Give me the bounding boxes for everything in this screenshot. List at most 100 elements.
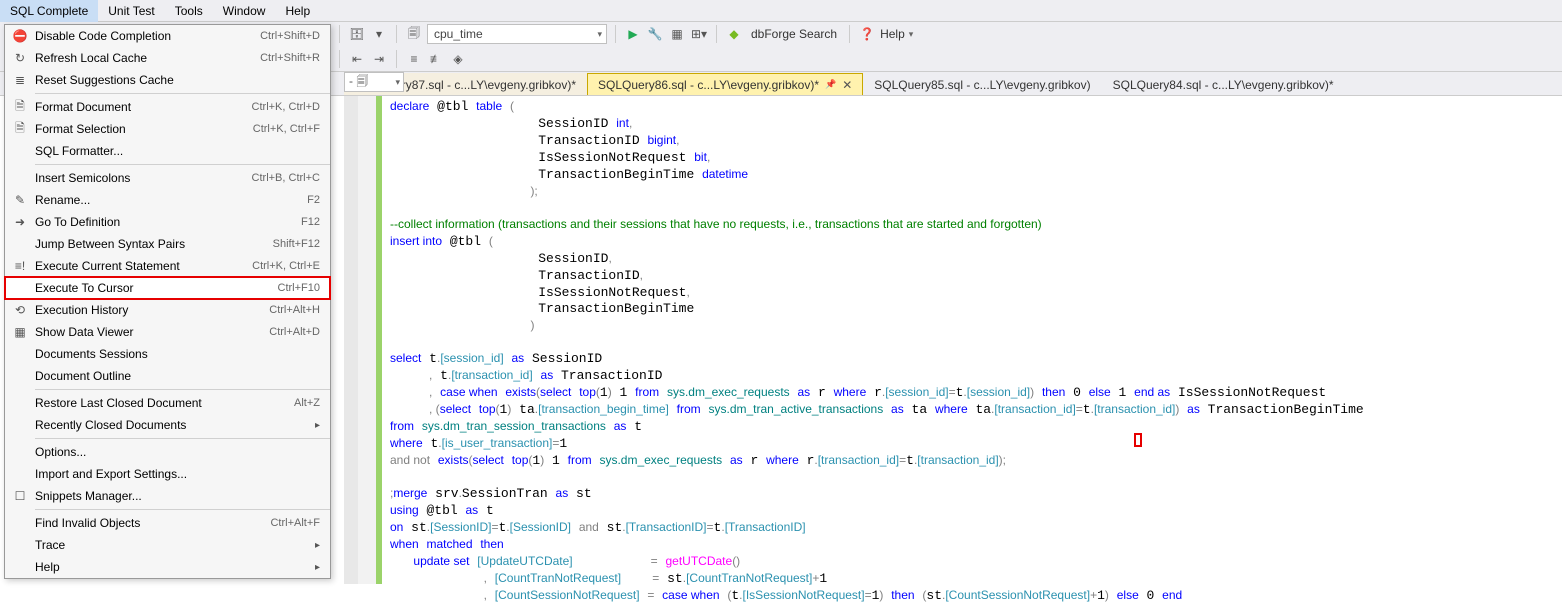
menu-item[interactable]: Trace (5, 534, 330, 556)
menu-label: Restore Last Closed Document (35, 396, 294, 410)
pin-icon[interactable]: 📌 (825, 79, 836, 90)
menu-item[interactable]: Recently Closed Documents (5, 414, 330, 436)
combo-cputime[interactable]: cpu_time (427, 24, 607, 44)
menu-tools[interactable]: Tools (165, 0, 213, 22)
line-gutter (358, 96, 376, 584)
menu-shortcut: Ctrl+F10 (278, 282, 321, 294)
layout-icon[interactable]: ⊞▾ (690, 25, 708, 43)
menu-unittest[interactable]: Unit Test (98, 0, 164, 22)
menu-label: Disable Code Completion (35, 29, 260, 43)
menu-item[interactable]: 🗎Format SelectionCtrl+K, Ctrl+F (5, 118, 330, 140)
comment-icon[interactable]: ≡ (405, 50, 423, 68)
menubar: SQL Complete Unit Test Tools Window Help (0, 0, 1562, 22)
menu-shortcut: Ctrl+Alt+F (270, 517, 320, 529)
menu-item[interactable]: SQL Formatter... (5, 140, 330, 162)
menu-item[interactable]: Import and Export Settings... (5, 463, 330, 485)
menu-label: Help (35, 560, 309, 574)
db-icon[interactable]: 🗄 (348, 25, 366, 43)
menu-item[interactable]: ⛔Disable Code CompletionCtrl+Shift+D (5, 25, 330, 47)
menu-item[interactable]: Restore Last Closed DocumentAlt+Z (5, 392, 330, 414)
menu-item[interactable]: Document Outline (5, 365, 330, 387)
menu-label: Jump Between Syntax Pairs (35, 237, 273, 251)
menu-label: Execute Current Statement (35, 259, 252, 273)
menu-item[interactable]: ≡!Execute Current StatementCtrl+K, Ctrl+… (5, 255, 330, 277)
menu-icon: ✎ (5, 193, 35, 207)
menu-label: Format Selection (35, 122, 253, 136)
menu-label: Show Data Viewer (35, 325, 269, 339)
menu-icon: ➜ (5, 215, 35, 229)
menu-icon: ☐ (5, 489, 35, 503)
menu-label: Find Invalid Objects (35, 516, 270, 530)
menu-icon: ▦ (5, 325, 35, 339)
menu-shortcut: F2 (307, 194, 320, 206)
menu-shortcut: Ctrl+K, Ctrl+D (252, 101, 320, 113)
bookmark-icon[interactable]: ◈ (449, 50, 467, 68)
context-menu: ⛔Disable Code CompletionCtrl+Shift+D↻Ref… (4, 24, 331, 579)
menu-label: Execute To Cursor (35, 281, 278, 295)
help-label[interactable]: Help (880, 27, 905, 41)
code-text[interactable]: declare @tbl table ( SessionID int, Tran… (382, 96, 1562, 584)
menu-window[interactable]: Window (213, 0, 276, 22)
tab-q86[interactable]: SQLQuery86.sql - c...LY\evgeny.gribkov)*… (587, 73, 863, 95)
menu-icon: ≡! (5, 259, 35, 273)
menu-label: Go To Definition (35, 215, 301, 229)
menu-shortcut: Ctrl+K, Ctrl+E (252, 260, 320, 272)
menu-item[interactable]: ↻Refresh Local CacheCtrl+Shift+R (5, 47, 330, 69)
wrench-icon[interactable]: 🔧 (646, 25, 664, 43)
indent-left-icon[interactable]: ⇤ (348, 50, 366, 68)
menu-icon: 🗎 (5, 97, 35, 118)
menu-item[interactable]: Documents Sessions (5, 343, 330, 365)
uncomment-icon[interactable]: ≢ (427, 50, 445, 68)
text-cursor (1134, 433, 1142, 447)
menu-label: Rename... (35, 193, 307, 207)
menu-icon: ⛔ (5, 29, 35, 43)
sql-icon[interactable]: ▶ (624, 25, 642, 43)
menu-shortcut: Ctrl+Shift+R (260, 52, 320, 64)
dbforge-label[interactable]: dbForge Search (747, 27, 841, 41)
help-icon[interactable]: ❓ (858, 25, 876, 43)
menu-shortcut: Alt+Z (294, 397, 320, 409)
code-editor[interactable]: declare @tbl table ( SessionID int, Tran… (344, 96, 1562, 584)
menu-item[interactable]: Find Invalid ObjectsCtrl+Alt+F (5, 512, 330, 534)
menu-label: Insert Semicolons (35, 171, 252, 185)
menu-label: Refresh Local Cache (35, 51, 260, 65)
menu-shortcut: Ctrl+Shift+D (260, 30, 320, 42)
menu-label: Documents Sessions (35, 347, 320, 361)
filter-icon[interactable]: 🗐 (405, 25, 423, 43)
proc-dropdown[interactable]: - 🗐 (344, 72, 404, 92)
menu-item[interactable]: ▦Show Data ViewerCtrl+Alt+D (5, 321, 330, 343)
menu-item[interactable]: ⟲Execution HistoryCtrl+Alt+H (5, 299, 330, 321)
menu-item[interactable]: 🗎Format DocumentCtrl+K, Ctrl+D (5, 96, 330, 118)
menu-label: Execution History (35, 303, 269, 317)
breakpoint-gutter[interactable] (344, 96, 358, 584)
menu-item[interactable]: Help (5, 556, 330, 578)
tab-q84[interactable]: SQLQuery84.sql - c...LY\evgeny.gribkov)* (1102, 73, 1345, 95)
menu-item[interactable]: Insert SemicolonsCtrl+B, Ctrl+C (5, 167, 330, 189)
menu-item[interactable]: ≣Reset Suggestions Cache (5, 69, 330, 91)
menu-item[interactable]: Options... (5, 441, 330, 463)
menu-shortcut: F12 (301, 216, 320, 228)
menu-sqlcomplete[interactable]: SQL Complete (0, 0, 98, 22)
menu-label: Snippets Manager... (35, 489, 320, 503)
menu-shortcut: Ctrl+Alt+H (269, 304, 320, 316)
close-icon[interactable]: ✕ (842, 78, 852, 92)
menu-item[interactable]: ✎Rename...F2 (5, 189, 330, 211)
grid-icon[interactable]: ▦ (668, 25, 686, 43)
menu-icon: ⟲ (5, 303, 35, 317)
menu-shortcut: Ctrl+K, Ctrl+F (253, 123, 320, 135)
indent-right-icon[interactable]: ⇥ (370, 50, 388, 68)
menu-item[interactable]: ➜Go To DefinitionF12 (5, 211, 330, 233)
menu-item[interactable]: ☐Snippets Manager... (5, 485, 330, 507)
menu-item[interactable]: Jump Between Syntax PairsShift+F12 (5, 233, 330, 255)
menu-label: Trace (35, 538, 309, 552)
menu-item[interactable]: Execute To CursorCtrl+F10 (5, 277, 330, 299)
menu-shortcut: Ctrl+Alt+D (269, 326, 320, 338)
menu-shortcut: Shift+F12 (273, 238, 320, 250)
menu-label: Reset Suggestions Cache (35, 73, 320, 87)
dbforge-icon[interactable]: ◆ (725, 25, 743, 43)
menu-icon: ↻ (5, 51, 35, 65)
dropdown-icon[interactable]: ▾ (370, 25, 388, 43)
menu-label: Options... (35, 445, 320, 459)
menu-help[interactable]: Help (275, 0, 320, 22)
tab-q85[interactable]: SQLQuery85.sql - c...LY\evgeny.gribkov) (863, 73, 1101, 95)
